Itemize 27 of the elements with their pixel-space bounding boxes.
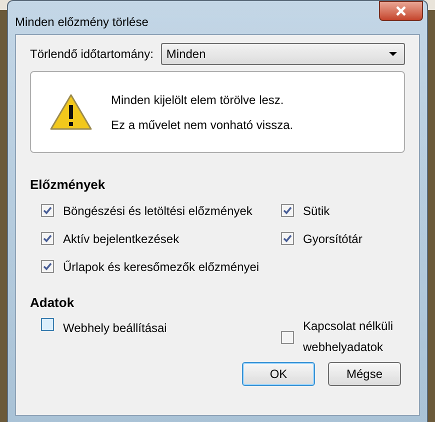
dialog-button[interactable]: Mégse [328, 362, 401, 386]
checkbox-label: Gyorsítótár [303, 230, 362, 248]
warning-text: Ez a művelet nem vonható vissza. [111, 116, 294, 134]
close-button[interactable] [379, 1, 423, 21]
checkbox[interactable] [41, 260, 54, 273]
section-heading: Adatok [30, 294, 76, 312]
checkbox[interactable] [281, 204, 294, 217]
dialog-button[interactable]: OK [242, 362, 315, 386]
checkbox-label: Webhely beállításai [63, 320, 167, 337]
checkbox-label: Űrlapok és keresőmezők előzményei [63, 258, 260, 276]
warning-icon [49, 93, 93, 131]
caret-icon [389, 52, 397, 56]
checkbox-label: Böngészési és letöltési előzmények [63, 202, 252, 220]
checkbox[interactable] [281, 330, 294, 344]
checkbox[interactable] [41, 232, 54, 245]
window-title: Minden előzmény törlése [15, 14, 148, 31]
time-range-label: Törlendő időtartomány: [30, 46, 154, 63]
time-range-dropdown[interactable]: Minden [161, 43, 405, 65]
checkbox-label: Sütik [303, 202, 330, 220]
checkbox-label: Aktív bejelentkezések [63, 230, 180, 248]
checkbox-label: Kapcsolat nélküli webhelyadatok [303, 318, 394, 356]
checkbox[interactable] [281, 232, 294, 245]
checkbox[interactable] [41, 318, 54, 331]
close-icon [395, 6, 407, 16]
checkbox[interactable] [41, 204, 54, 217]
warning-text: Minden kijelölt elem törölve lesz. [111, 92, 285, 108]
section-heading: Előzmények [30, 176, 106, 194]
